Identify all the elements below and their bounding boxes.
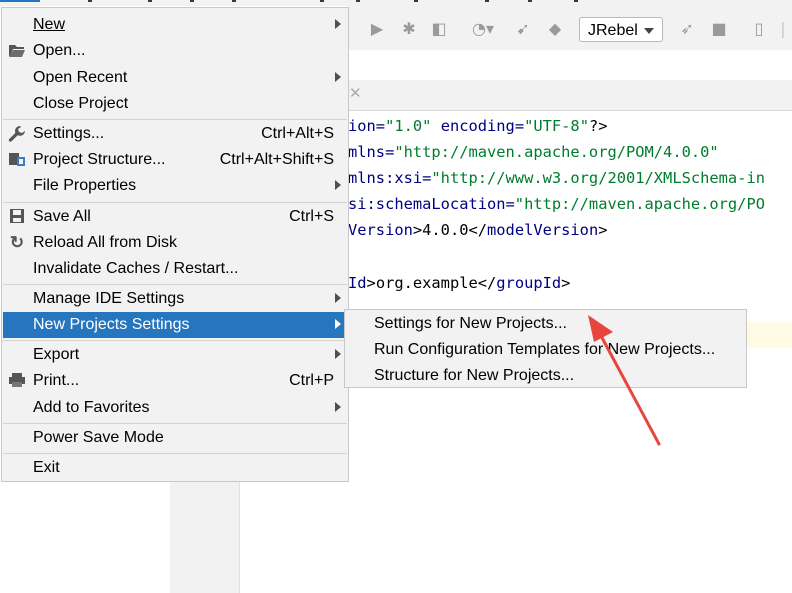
annotation-arrow <box>588 315 661 446</box>
